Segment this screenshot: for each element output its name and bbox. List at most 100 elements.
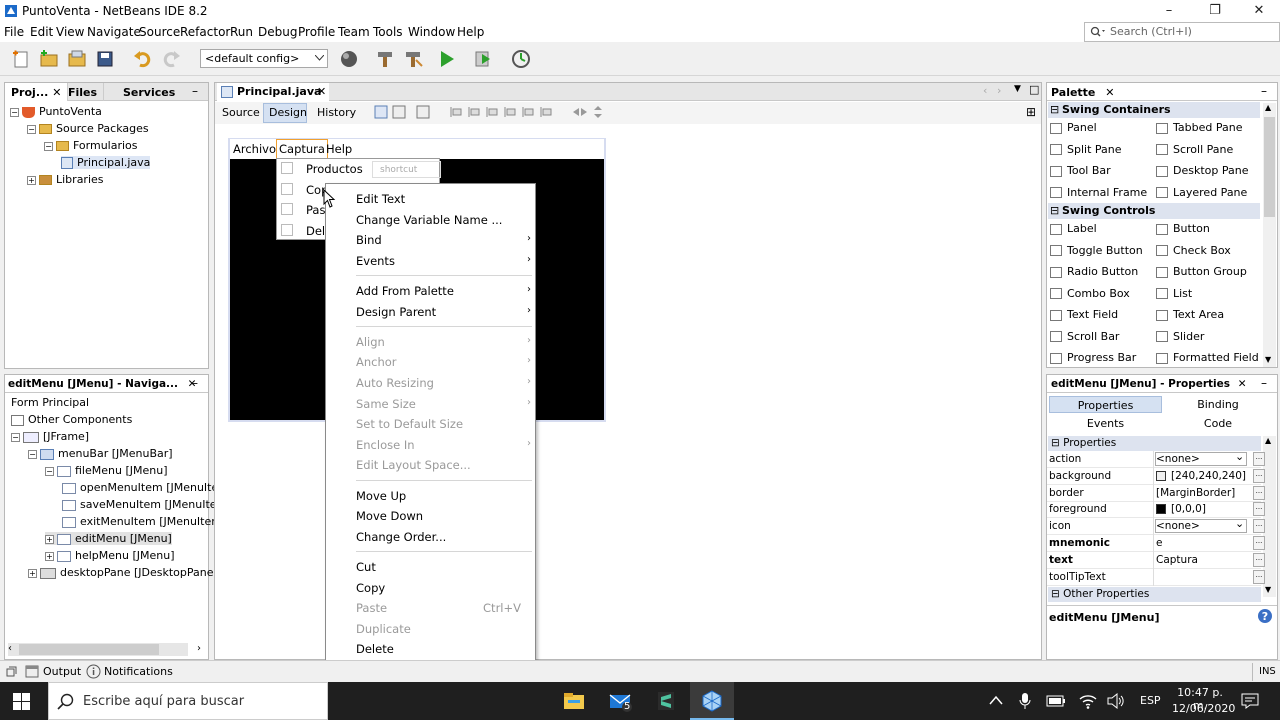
close-icon[interactable]: ✕ (317, 85, 326, 98)
output-window-icon[interactable] (25, 665, 39, 678)
close-icon[interactable]: ✕ (52, 86, 61, 99)
scroll-down-icon[interactable]: ▼ (1265, 585, 1271, 594)
palette-item-scroll-bar[interactable]: Scroll Bar (1050, 330, 1119, 343)
menu-navigate[interactable]: Navigate (87, 25, 141, 39)
subtab-design[interactable]: Design (263, 103, 307, 123)
palette-item-combo-box[interactable]: Combo Box (1050, 287, 1130, 300)
globe-icon[interactable] (338, 48, 360, 70)
ellipsis-button[interactable]: ... (1253, 536, 1265, 550)
context-item-change-variable-name[interactable]: Change Variable Name ... (326, 210, 535, 230)
tree-toggle-icon[interactable]: + (27, 175, 36, 185)
minimize-panel-icon[interactable]: – (1261, 376, 1267, 390)
other-props-section-header[interactable]: ⊟ Other Properties (1048, 587, 1261, 602)
palette-item-toggle-button[interactable]: Toggle Button (1050, 244, 1143, 257)
context-item-move-up[interactable]: Move Up (326, 486, 535, 506)
prop-row-background[interactable]: background [240,240,240]... (1047, 467, 1265, 485)
palette-item-button[interactable]: Button (1156, 222, 1210, 235)
palette-item-text-field[interactable]: Text Field (1050, 308, 1118, 321)
notifications-label[interactable]: Notifications (104, 665, 173, 678)
palette-item-text-area[interactable]: Text Area (1156, 308, 1224, 321)
navigator-tree-node[interactable]: Form Principal (11, 396, 89, 409)
prop-value[interactable]: [240,240,240] (1156, 470, 1246, 482)
props-tab-events[interactable]: Events (1049, 415, 1162, 432)
minimize-panel-icon[interactable]: – (1261, 84, 1267, 98)
scroll-down-icon[interactable]: ▼ (1265, 355, 1271, 364)
taskbar-search-box[interactable]: Escribe aquí para buscar (48, 682, 328, 720)
tree-toggle-icon[interactable]: − (44, 141, 53, 151)
close-icon[interactable]: ✕ (1105, 86, 1114, 99)
windows-start-icon[interactable] (13, 693, 30, 710)
open-project-icon[interactable] (66, 48, 88, 70)
profile-project-icon[interactable] (510, 48, 532, 70)
palette-item-check-box[interactable]: Check Box (1156, 244, 1231, 257)
scroll-up-icon[interactable]: ▲ (1265, 436, 1271, 445)
navigator-tree-node[interactable]: + desktopPane [JDesktopPane] (28, 566, 218, 579)
clock-date[interactable]: 12/06/2020 (1172, 702, 1235, 715)
menu-help[interactable]: Help (457, 25, 484, 39)
layout-tools-icons[interactable] (373, 104, 613, 120)
tree-toggle-icon[interactable]: − (11, 432, 20, 442)
undo-icon[interactable] (132, 48, 154, 70)
tab-list-dropdown-icon[interactable]: ▼ (1014, 84, 1021, 94)
context-item-move-down[interactable]: Move Down (326, 506, 535, 526)
tree-toggle-icon[interactable]: − (10, 107, 19, 117)
output-label[interactable]: Output (43, 665, 81, 678)
input-language[interactable]: ESP (1140, 694, 1161, 707)
netbeans-app-icon[interactable] (700, 689, 724, 713)
ellipsis-button[interactable]: ... (1253, 452, 1265, 466)
debug-project-icon[interactable] (472, 48, 494, 70)
palette-item-formatted-field[interactable]: Formatted Field (1156, 351, 1259, 364)
context-item-copy[interactable]: Copy (326, 578, 535, 598)
palette-item-split-pane[interactable]: Split Pane (1050, 143, 1122, 156)
scroll-right-icon[interactable]: › (197, 643, 201, 654)
tree-toggle-icon[interactable]: + (45, 551, 54, 561)
navigator-tree-node[interactable]: saveMenuItem [JMenuItem (62, 498, 227, 511)
prop-value[interactable]: [0,0,0] (1156, 503, 1206, 515)
save-all-icon[interactable] (94, 48, 116, 70)
restore-windows-icon[interactable] (6, 666, 17, 677)
ellipsis-button[interactable]: ... (1253, 502, 1265, 517)
ellipsis-button[interactable]: ... (1253, 552, 1265, 567)
palette-item-scroll-pane[interactable]: Scroll Pane (1156, 143, 1233, 156)
tree-toggle-icon[interactable]: − (27, 124, 36, 134)
prop-row-icon[interactable]: icon <none> ⌄... (1047, 517, 1265, 536)
tree-toggle-icon[interactable]: − (28, 449, 37, 459)
context-item-add-from-palette[interactable]: Add From Palette › (326, 281, 535, 301)
run-project-icon[interactable] (436, 48, 458, 70)
navigator-tree-node[interactable]: + helpMenu [JMenu] (45, 549, 175, 562)
editor-tab-principal[interactable]: Principal.java ✕ (217, 83, 329, 101)
close-icon[interactable]: ✕ (1238, 378, 1247, 390)
scroll-tabs-left-icon[interactable]: ‹ (983, 84, 987, 97)
sublime-text-icon[interactable] (654, 689, 678, 713)
subtab-history[interactable]: History (317, 106, 356, 119)
context-item-design-parent[interactable]: Design Parent › (326, 302, 535, 322)
tab-services[interactable]: Services (117, 83, 181, 101)
project-tree-node[interactable]: − Formularios (44, 139, 138, 152)
tab-files[interactable]: Files (62, 83, 105, 101)
navigator-tree-node[interactable]: − fileMenu [JMenu] (45, 464, 167, 477)
navigator-tree-node[interactable]: openMenuItem [JMenuItem (62, 481, 229, 494)
palette-item-button-group[interactable]: Button Group (1156, 265, 1247, 278)
project-tree-node[interactable]: + Libraries (27, 173, 104, 186)
project-tree-node[interactable]: Principal.java (61, 156, 151, 169)
palette-section-swing-controls[interactable]: ⊟ Swing Controls (1048, 203, 1260, 219)
scrollbar-thumb[interactable] (1264, 117, 1275, 217)
clean-build-icon[interactable] (402, 48, 424, 70)
action-center-icon[interactable] (1241, 693, 1259, 709)
close-window-button[interactable]: ✕ (1236, 0, 1280, 22)
scroll-tabs-right-icon[interactable]: › (997, 84, 1001, 97)
props-section-header[interactable]: ⊟ Properties (1048, 436, 1261, 451)
navigator-tree-node[interactable]: Other Components (11, 413, 132, 426)
volume-icon[interactable] (1107, 693, 1125, 709)
prop-value[interactable]: Captura (1156, 554, 1198, 566)
palette-item-label[interactable]: Label (1050, 222, 1097, 235)
notifications-icon[interactable] (86, 664, 101, 679)
tab-projects[interactable]: Proj... ✕ (5, 83, 69, 101)
menu-source[interactable]: Source (139, 25, 180, 39)
prop-row-text[interactable]: text Captura... (1047, 551, 1265, 569)
wifi-icon[interactable] (1079, 693, 1097, 709)
project-tree-node[interactable]: − PuntoVenta (10, 105, 102, 118)
context-item-bind[interactable]: Bind › (326, 230, 535, 250)
scrollbar-thumb[interactable] (19, 644, 159, 655)
props-tab-binding[interactable]: Binding (1163, 396, 1273, 413)
